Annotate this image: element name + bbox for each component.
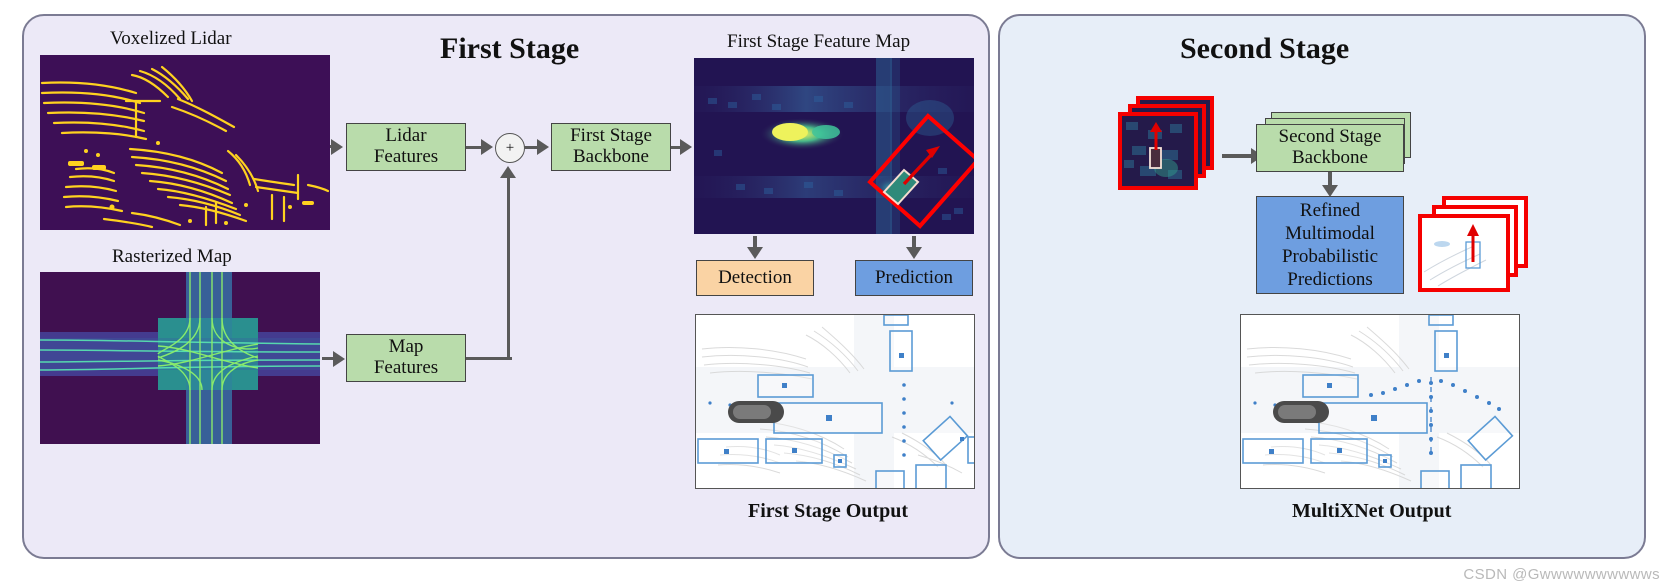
prediction-block[interactable]: Prediction: [855, 260, 973, 296]
sum-operator-node: +: [495, 133, 525, 163]
arrow-mapfeatures-elbow-v: [507, 178, 510, 360]
map-features-label-line2: Features: [373, 357, 439, 378]
refined-output-tile-front: [1418, 214, 1510, 292]
rasterized-map-caption: Rasterized Map: [112, 246, 232, 267]
refined-label-line3: Probabilistic: [1281, 246, 1379, 267]
lidar-features-label-line1: Lidar: [385, 125, 427, 147]
refined-multimodal-predictions-block[interactable]: Refined Multimodal Probabilistic Predict…: [1256, 196, 1404, 294]
second-stage-backbone-label-line2: Backbone: [1292, 147, 1368, 168]
arrow-features-to-sum-head: [481, 139, 493, 155]
arrow-to-detection-head: [747, 247, 763, 259]
arrow-mapfeatures-elbow-h: [466, 357, 512, 360]
arrow-backbone-to-refined-line: [1328, 172, 1332, 186]
arrow-roi-to-backbone-line: [1222, 154, 1252, 158]
watermark: CSDN @Gwwwwwwwwwws: [1463, 566, 1660, 583]
lidar-features-label-line2: Features: [373, 146, 439, 167]
map-features-label-line1: Map: [388, 336, 424, 358]
first-stage-backbone-label-line2: Backbone: [573, 146, 649, 167]
refined-label-line4: Predictions: [1287, 269, 1373, 291]
voxelized-lidar-image: [40, 55, 330, 230]
second-stage-backbone-block[interactable]: Second Stage Backbone: [1256, 124, 1404, 172]
second-stage-title: Second Stage: [1180, 32, 1350, 65]
first-stage-output-caption: First Stage Output: [748, 500, 908, 522]
refined-output-tile-stack: [1418, 196, 1528, 294]
multixnet-output-caption: MultiXNet Output: [1292, 500, 1452, 522]
multixnet-output-image: [1240, 314, 1520, 489]
arrow-map-to-mapfeatures-head: [333, 351, 345, 367]
arrow-to-prediction-head: [906, 247, 922, 259]
prediction-label: Prediction: [874, 266, 954, 288]
voxelized-lidar-caption: Voxelized Lidar: [110, 28, 232, 49]
sum-operator-symbol: +: [505, 139, 515, 156]
refined-label-line2: Multimodal: [1285, 222, 1375, 244]
first-stage-title: First Stage: [440, 32, 580, 65]
refined-label-line1: Refined: [1299, 199, 1361, 221]
arrow-sum-to-backbone-head: [537, 139, 549, 155]
arrow-backbone-to-featuremap-head: [680, 139, 692, 155]
roi-tile-front: [1118, 112, 1198, 190]
arrow-sum-to-backbone-line: [524, 146, 538, 149]
first-stage-output-image: [695, 314, 975, 489]
map-features-block[interactable]: Map Features: [346, 334, 466, 382]
detection-block[interactable]: Detection: [696, 260, 814, 296]
arrow-lidar-to-features-head: [331, 139, 343, 155]
rotated-roi-tile-stack: [1118, 96, 1218, 196]
lidar-features-block[interactable]: Lidar Features: [346, 123, 466, 171]
rasterized-map-image: [40, 272, 320, 444]
arrow-features-to-sum-line: [466, 146, 482, 149]
first-stage-feature-map-image: [694, 58, 974, 234]
detection-label: Detection: [718, 266, 792, 288]
first-stage-backbone-label-line1: First Stage: [570, 125, 652, 147]
second-stage-backbone-label-line1: Second Stage: [1278, 126, 1382, 148]
first-stage-backbone-block[interactable]: First Stage Backbone: [551, 123, 671, 171]
first-stage-feature-map-caption: First Stage Feature Map: [727, 31, 911, 52]
arrow-mapfeatures-to-sum-head: [500, 166, 516, 178]
